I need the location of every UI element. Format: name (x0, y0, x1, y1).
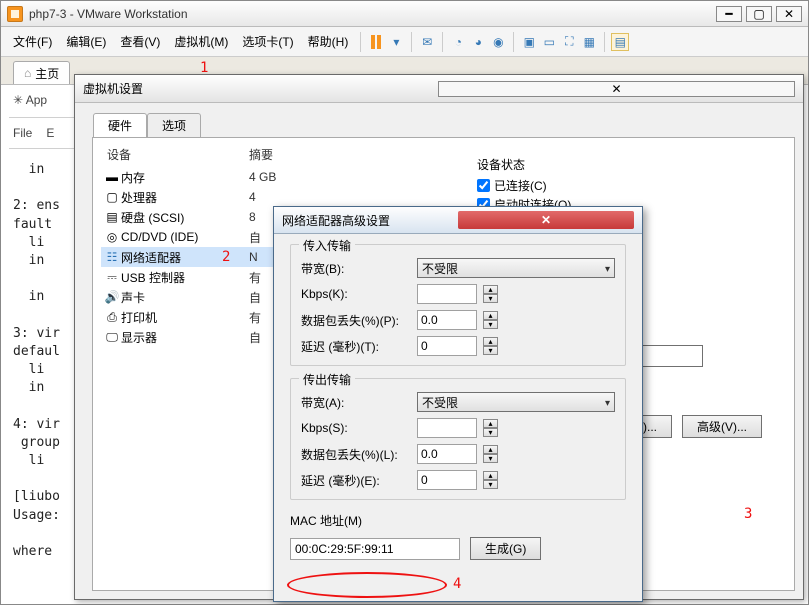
kbps-s-label: Kbps(S): (301, 421, 411, 435)
loss-p-label: 数据包丢失(%)(P): (301, 312, 411, 329)
settings-title: 虚拟机设置 (83, 80, 438, 97)
status-title: 设备状态 (477, 156, 770, 173)
app-label: App (26, 93, 47, 107)
snapshot-back-icon[interactable]: ◕ (469, 33, 487, 51)
mini-e[interactable]: E (46, 126, 54, 140)
outgoing-group: 传出传输 带宽(A): 不受限 Kbps(S): ▴▾ 数据包丢失(%)(L):… (290, 378, 626, 500)
delay-e-spin[interactable]: ▴▾ (483, 471, 498, 489)
menu-file[interactable]: 文件(F) (7, 31, 58, 52)
cb-connected-input[interactable] (477, 179, 490, 192)
delay-t-spin[interactable]: ▴▾ (483, 337, 498, 355)
menu-vm[interactable]: 虚拟机(M) (168, 31, 234, 52)
maximize-button[interactable]: ▢ (746, 6, 772, 22)
adv-title: 网络适配器高级设置 (282, 212, 458, 229)
loss-l-label: 数据包丢失(%)(L): (301, 446, 411, 463)
mac-input[interactable] (290, 538, 460, 560)
kbps-k-spin[interactable]: ▴▾ (483, 285, 498, 303)
menu-help[interactable]: 帮助(H) (302, 31, 355, 52)
incoming-group: 传入传输 带宽(B): 不受限 Kbps(K): ▴▾ 数据包丢失(%)(P):… (290, 244, 626, 366)
kbps-k-label: Kbps(K): (301, 287, 411, 301)
outgoing-legend: 传出传输 (299, 371, 355, 388)
loss-p-input[interactable] (417, 310, 477, 330)
snapshot-manage-icon[interactable]: ◉ (489, 33, 507, 51)
chevron-down-icon (605, 261, 610, 275)
dev-row-cpu[interactable]: ▢ 处理器 4 (101, 187, 451, 207)
bandwidth-b-label: 带宽(B): (301, 260, 411, 277)
close-button[interactable]: ✕ (776, 6, 802, 22)
kbps-k-input[interactable] (417, 284, 477, 304)
delay-e-input[interactable] (417, 470, 477, 490)
bandwidth-b-select[interactable]: 不受限 (417, 258, 615, 278)
home-tab[interactable]: ⌂ 主页 (13, 61, 70, 84)
tab-hardware[interactable]: 硬件 (93, 113, 147, 137)
home-icon: ⌂ (24, 66, 31, 80)
library-icon[interactable]: ▤ (611, 33, 629, 51)
menubar: 文件(F) 编辑(E) 查看(V) 虚拟机(M) 选项卡(T) 帮助(H) ▾ … (1, 27, 808, 57)
loss-l-input[interactable] (417, 444, 477, 464)
menu-tabs[interactable]: 选项卡(T) (236, 31, 299, 52)
printer-icon: ⎙ (103, 310, 121, 325)
adv-titlebar: 网络适配器高级设置 ✕ (274, 207, 642, 234)
mac-section: MAC 地址(M) 生成(G) (290, 512, 626, 564)
cd-icon: ◎ (103, 230, 121, 244)
chevron-down-icon (605, 395, 610, 409)
loss-p-spin[interactable]: ▴▾ (483, 311, 498, 329)
cb-connected[interactable]: 已连接(C) (477, 177, 770, 194)
usb-icon: ⎓ (103, 270, 121, 285)
advanced-network-dialog: 网络适配器高级设置 ✕ 传入传输 带宽(B): 不受限 Kbps(K): ▴▾ … (273, 206, 643, 602)
home-tab-label: 主页 (35, 65, 59, 82)
snapshot-icon[interactable]: ◔ (449, 33, 467, 51)
col-summary: 摘要 (249, 146, 273, 163)
incoming-legend: 传入传输 (299, 237, 355, 254)
delay-t-label: 延迟 (毫秒)(T): (301, 338, 411, 355)
view-console-icon[interactable]: ▭ (540, 33, 558, 51)
dropdown-icon[interactable]: ▾ (387, 33, 405, 51)
send-icon[interactable]: ✉ (418, 33, 436, 51)
view-single-icon[interactable]: ▣ (520, 33, 538, 51)
window-title: php7-3 - VMware Workstation (29, 7, 716, 21)
sound-icon: 🔊 (103, 290, 121, 304)
pause-icon[interactable] (371, 35, 381, 49)
generate-button[interactable]: 生成(G) (470, 537, 541, 560)
tab-options[interactable]: 选项 (147, 113, 201, 137)
view-fullscreen-icon[interactable]: ⛶ (560, 33, 578, 51)
mac-label: MAC 地址(M) (290, 512, 626, 529)
advanced-button[interactable]: 高级(V)... (682, 415, 762, 438)
loss-l-spin[interactable]: ▴▾ (483, 445, 498, 463)
minimize-button[interactable]: ━ (716, 6, 742, 22)
kbps-s-input[interactable] (417, 418, 477, 438)
settings-tabs: 硬件 选项 (75, 103, 803, 137)
titlebar: php7-3 - VMware Workstation ━ ▢ ✕ (1, 1, 808, 27)
app-icon (7, 6, 23, 22)
menu-edit[interactable]: 编辑(E) (60, 31, 112, 52)
kbps-s-spin[interactable]: ▴▾ (483, 419, 498, 437)
mini-file[interactable]: File (13, 126, 32, 140)
view-unity-icon[interactable]: ▦ (580, 33, 598, 51)
display-icon: 🖵 (103, 330, 121, 345)
adv-close-button[interactable]: ✕ (458, 211, 634, 229)
menu-view[interactable]: 查看(V) (114, 31, 166, 52)
disk-icon: ▤ (103, 210, 121, 224)
adv-body: 传入传输 带宽(B): 不受限 Kbps(K): ▴▾ 数据包丢失(%)(P):… (274, 234, 642, 574)
delay-t-input[interactable] (417, 336, 477, 356)
dev-row-memory[interactable]: ▬ 内存 4 GB (101, 167, 451, 187)
delay-e-label: 延迟 (毫秒)(E): (301, 472, 411, 489)
cpu-icon: ▢ (103, 190, 121, 204)
network-icon: ☷ (103, 250, 121, 264)
col-device: 设备 (101, 146, 249, 163)
settings-close-button[interactable]: ✕ (438, 81, 795, 97)
bandwidth-a-label: 带宽(A): (301, 394, 411, 411)
settings-titlebar: 虚拟机设置 ✕ (75, 75, 803, 103)
bandwidth-a-select[interactable]: 不受限 (417, 392, 615, 412)
memory-icon: ▬ (103, 170, 121, 184)
